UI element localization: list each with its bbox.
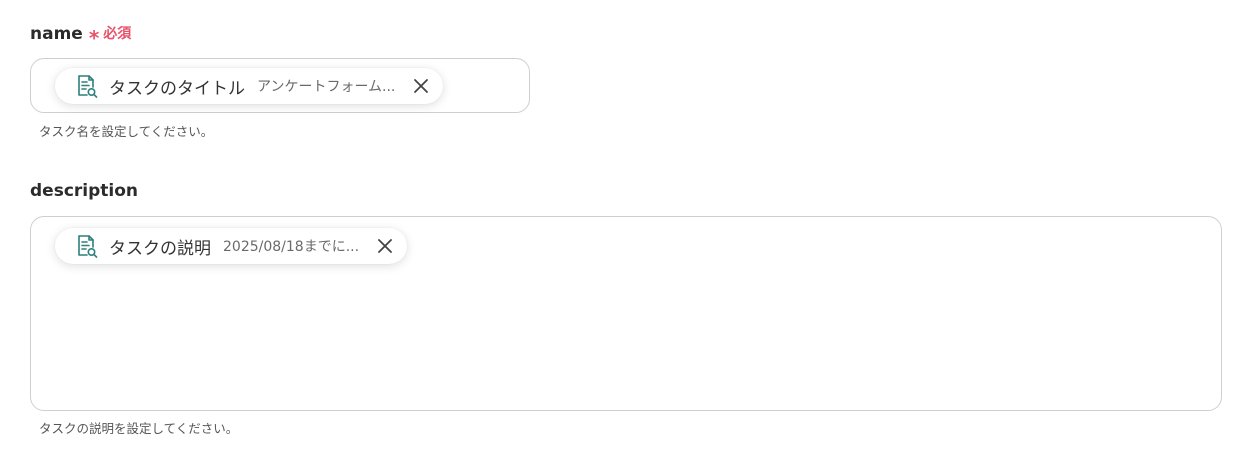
- required-badge: 必須: [103, 26, 132, 42]
- chip-title: タスクのタイトル: [109, 78, 245, 99]
- chip-title: タスクの説明: [109, 238, 211, 259]
- name-help-text: タスク名を設定してください。: [39, 124, 214, 139]
- description-textarea[interactable]: タスクの説明 2025/08/18までに...: [30, 216, 1222, 411]
- document-search-icon: [75, 74, 99, 98]
- chip-value-preview: アンケートフォーム...: [257, 79, 396, 95]
- name-variable-chip[interactable]: タスクのタイトル アンケートフォーム...: [55, 68, 444, 104]
- description-field-label: description: [30, 181, 138, 201]
- required-asterisk: *: [88, 26, 100, 50]
- description-help-text: タスクの説明を設定してください。: [39, 421, 239, 436]
- close-icon[interactable]: [409, 74, 433, 98]
- chip-value-preview: 2025/08/18までに...: [223, 239, 360, 255]
- close-icon[interactable]: [373, 234, 397, 258]
- name-field-label: name * 必須: [30, 24, 132, 50]
- description-variable-chip[interactable]: タスクの説明 2025/08/18までに...: [55, 228, 408, 264]
- description-label-text: description: [30, 181, 139, 201]
- name-input[interactable]: タスクのタイトル アンケートフォーム...: [30, 58, 530, 113]
- name-label-text: name: [30, 24, 83, 44]
- document-search-icon: [75, 234, 99, 258]
